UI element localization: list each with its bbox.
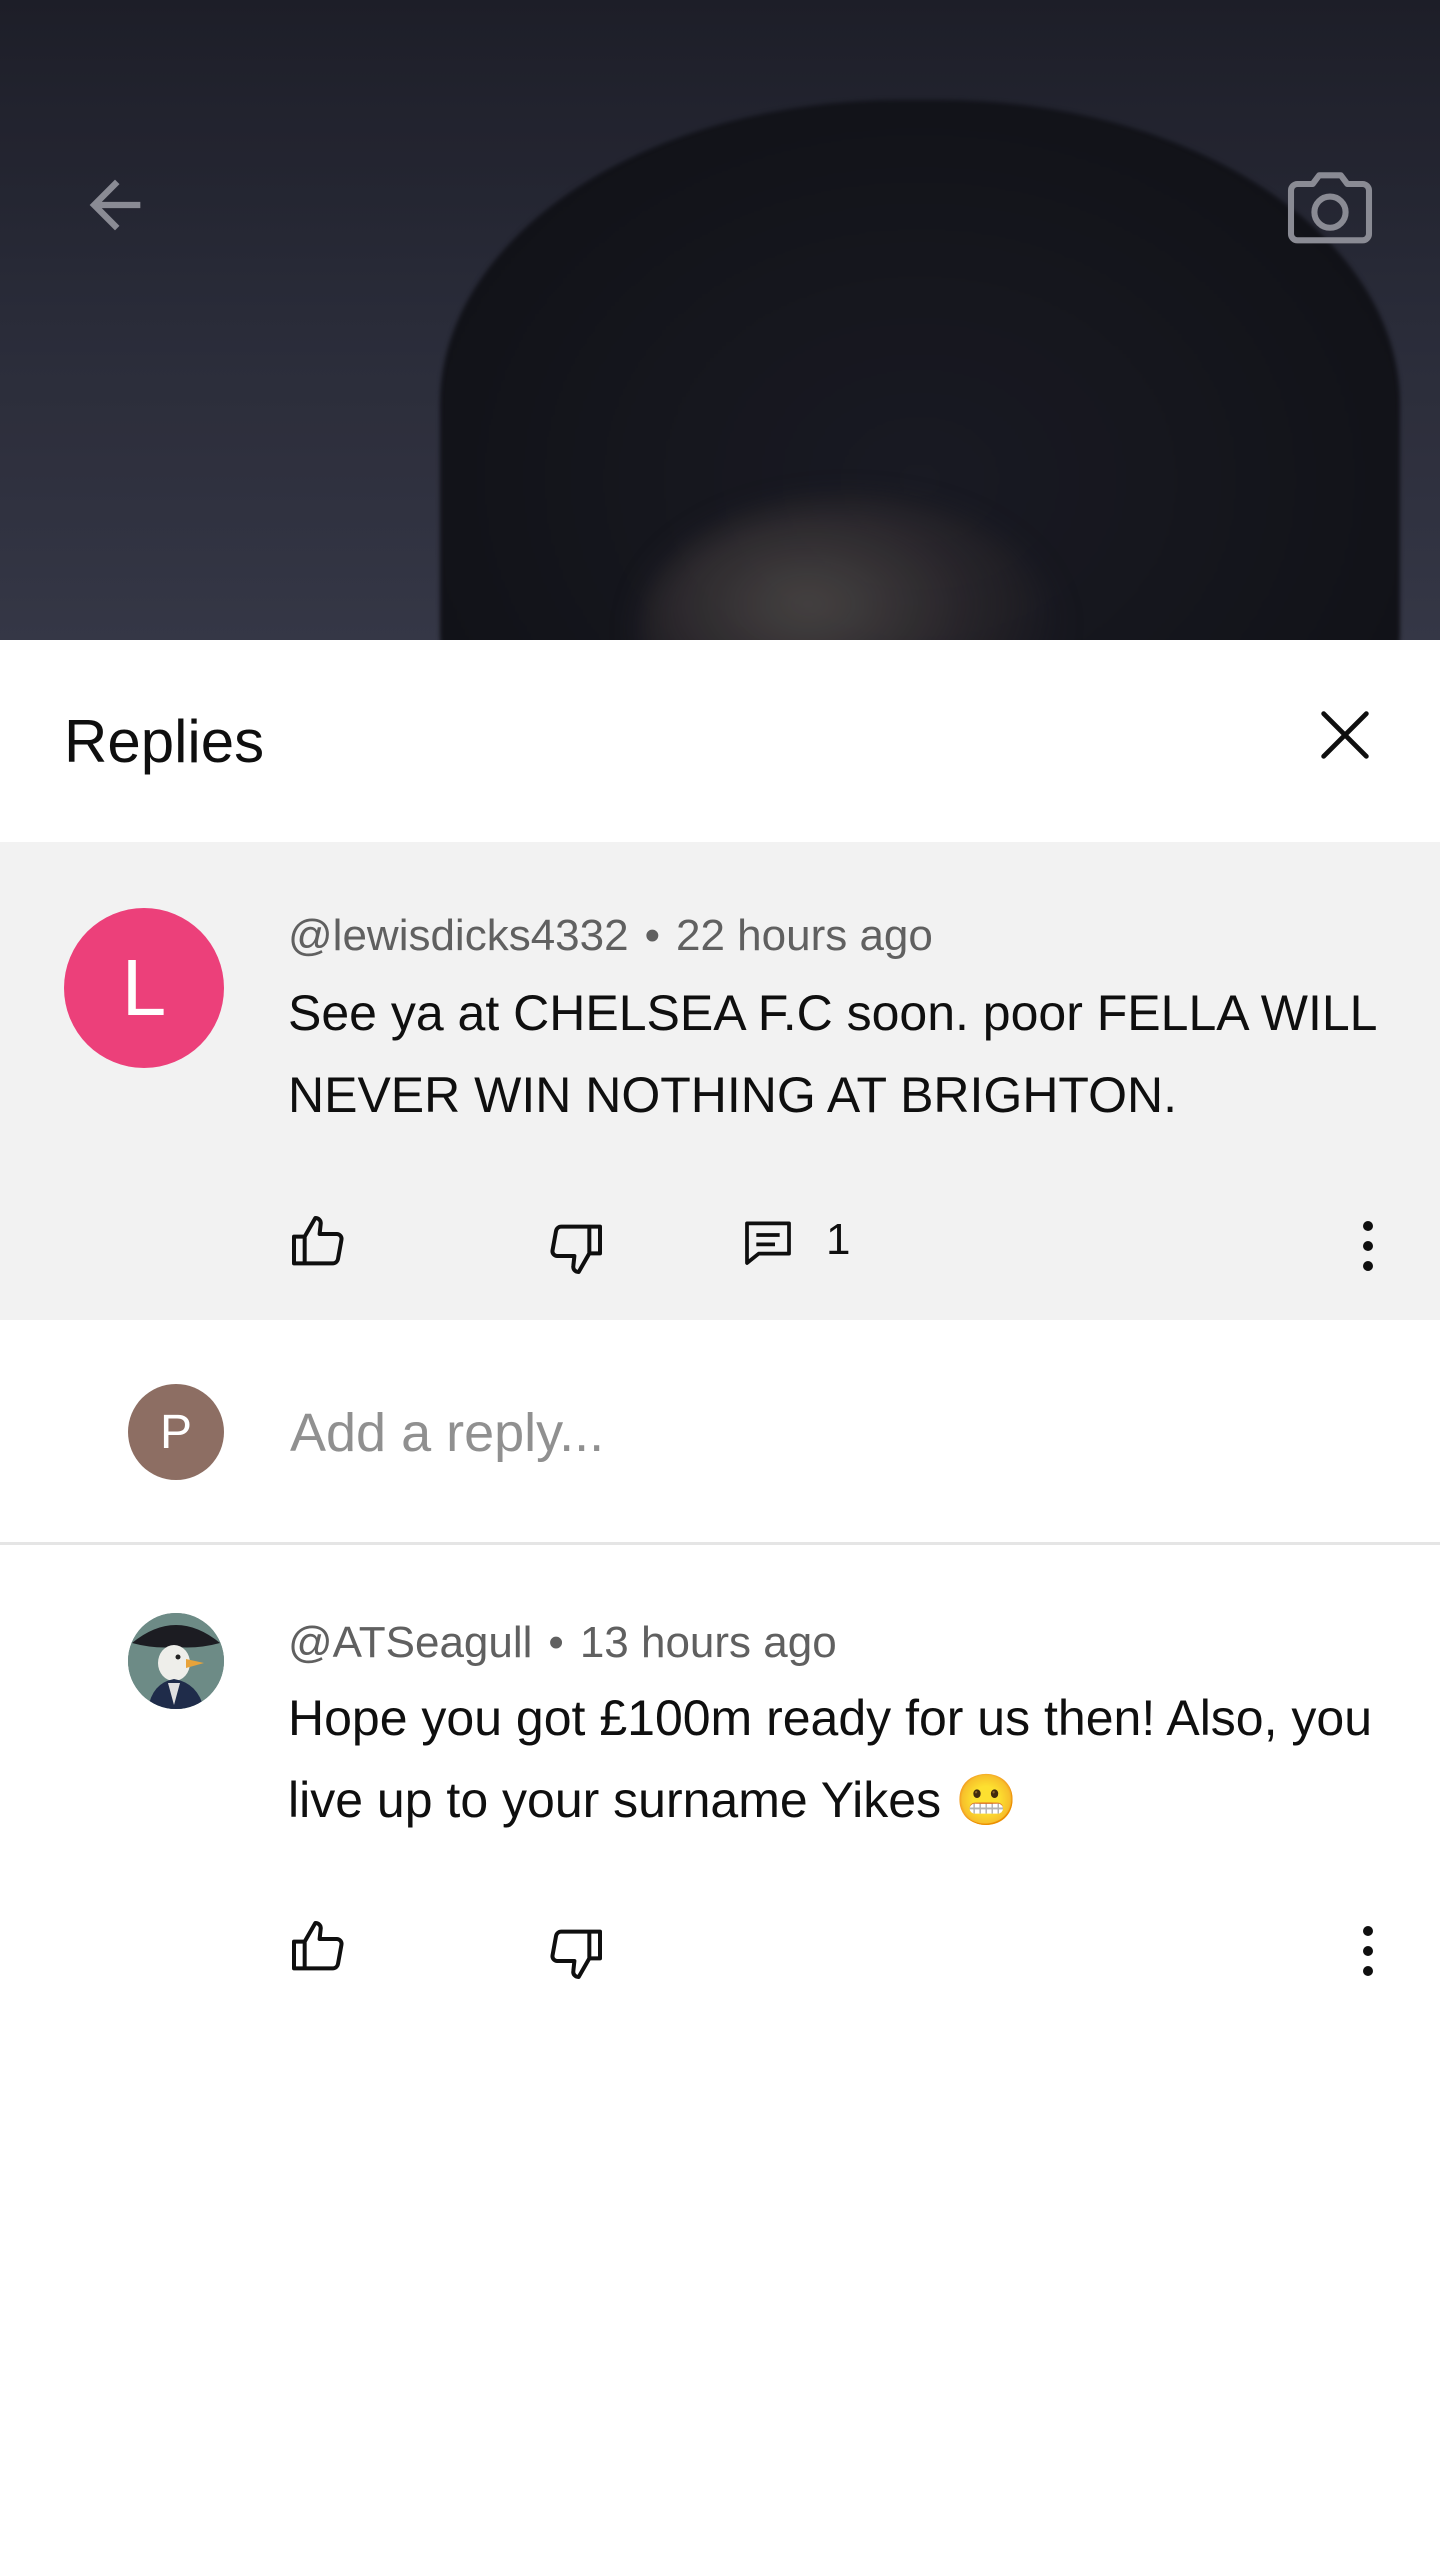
like-button[interactable] — [282, 1206, 354, 1278]
reply-comment: @ATSeagull • 13 hours ago Hope you got £10… — [0, 1545, 1440, 1985]
thumbs-down-icon — [550, 1929, 602, 1979]
camera-icon — [1287, 172, 1373, 244]
comment-author[interactable]: @ATSeagull — [288, 1618, 532, 1667]
camera-button[interactable] — [1270, 150, 1390, 270]
avatar-letter: P — [159, 1405, 192, 1459]
replies-sheet: Replies L @lewisdicks4332 • 22 hours ago S… — [0, 640, 1440, 2560]
seagull-avatar-icon — [128, 1613, 224, 1709]
comment-text: See ya at CHELSEA F.C soon. poor FELLA W… — [288, 985, 1376, 1123]
dislike-button[interactable] — [540, 1212, 612, 1284]
video-dim-overlay — [0, 0, 1440, 640]
reply-count: 1 — [826, 1215, 851, 1264]
like-button[interactable] — [282, 1911, 354, 1983]
reply-input[interactable] — [288, 1392, 1372, 1474]
comment-timestamp: 22 hours ago — [676, 911, 933, 960]
comment-icon — [745, 1221, 791, 1265]
avatar-letter: L — [121, 943, 167, 1032]
comment-meta: @lewisdicks4332 • 22 hours ago — [288, 908, 933, 964]
close-button[interactable] — [1300, 690, 1390, 780]
reply-button[interactable] — [736, 1210, 800, 1274]
meta-separator: • — [548, 1618, 564, 1667]
dislike-button[interactable] — [540, 1917, 612, 1989]
add-reply-row: P — [0, 1320, 1440, 1545]
avatar[interactable] — [128, 1613, 224, 1709]
thumbs-up-icon — [292, 1216, 344, 1266]
arrow-left-icon — [89, 179, 141, 231]
close-icon — [1321, 711, 1369, 759]
comment-timestamp: 13 hours ago — [579, 1618, 837, 1667]
more-vertical-icon — [1363, 1221, 1373, 1271]
meta-separator: • — [644, 911, 660, 960]
sheet-header: Replies — [0, 640, 1440, 842]
avatar[interactable]: L — [64, 908, 224, 1068]
back-button[interactable] — [60, 150, 170, 260]
thumbs-down-icon — [550, 1224, 602, 1274]
comment-meta: @ATSeagull • 13 hours ago — [288, 1615, 837, 1671]
parent-comment: L @lewisdicks4332 • 22 hours ago See ya at… — [0, 842, 1440, 1320]
comment-author[interactable]: @lewisdicks4332 — [288, 911, 629, 960]
more-vertical-icon — [1363, 1926, 1373, 1976]
more-options-button[interactable] — [1338, 1206, 1398, 1286]
thumbs-up-icon — [292, 1921, 344, 1971]
more-options-button[interactable] — [1338, 1911, 1398, 1991]
avatar: P — [128, 1384, 224, 1480]
comment-text: Hope you got £100m ready for us then! Al… — [288, 1690, 1373, 1828]
video-player-area[interactable] — [0, 0, 1440, 640]
sheet-title: Replies — [64, 708, 265, 775]
